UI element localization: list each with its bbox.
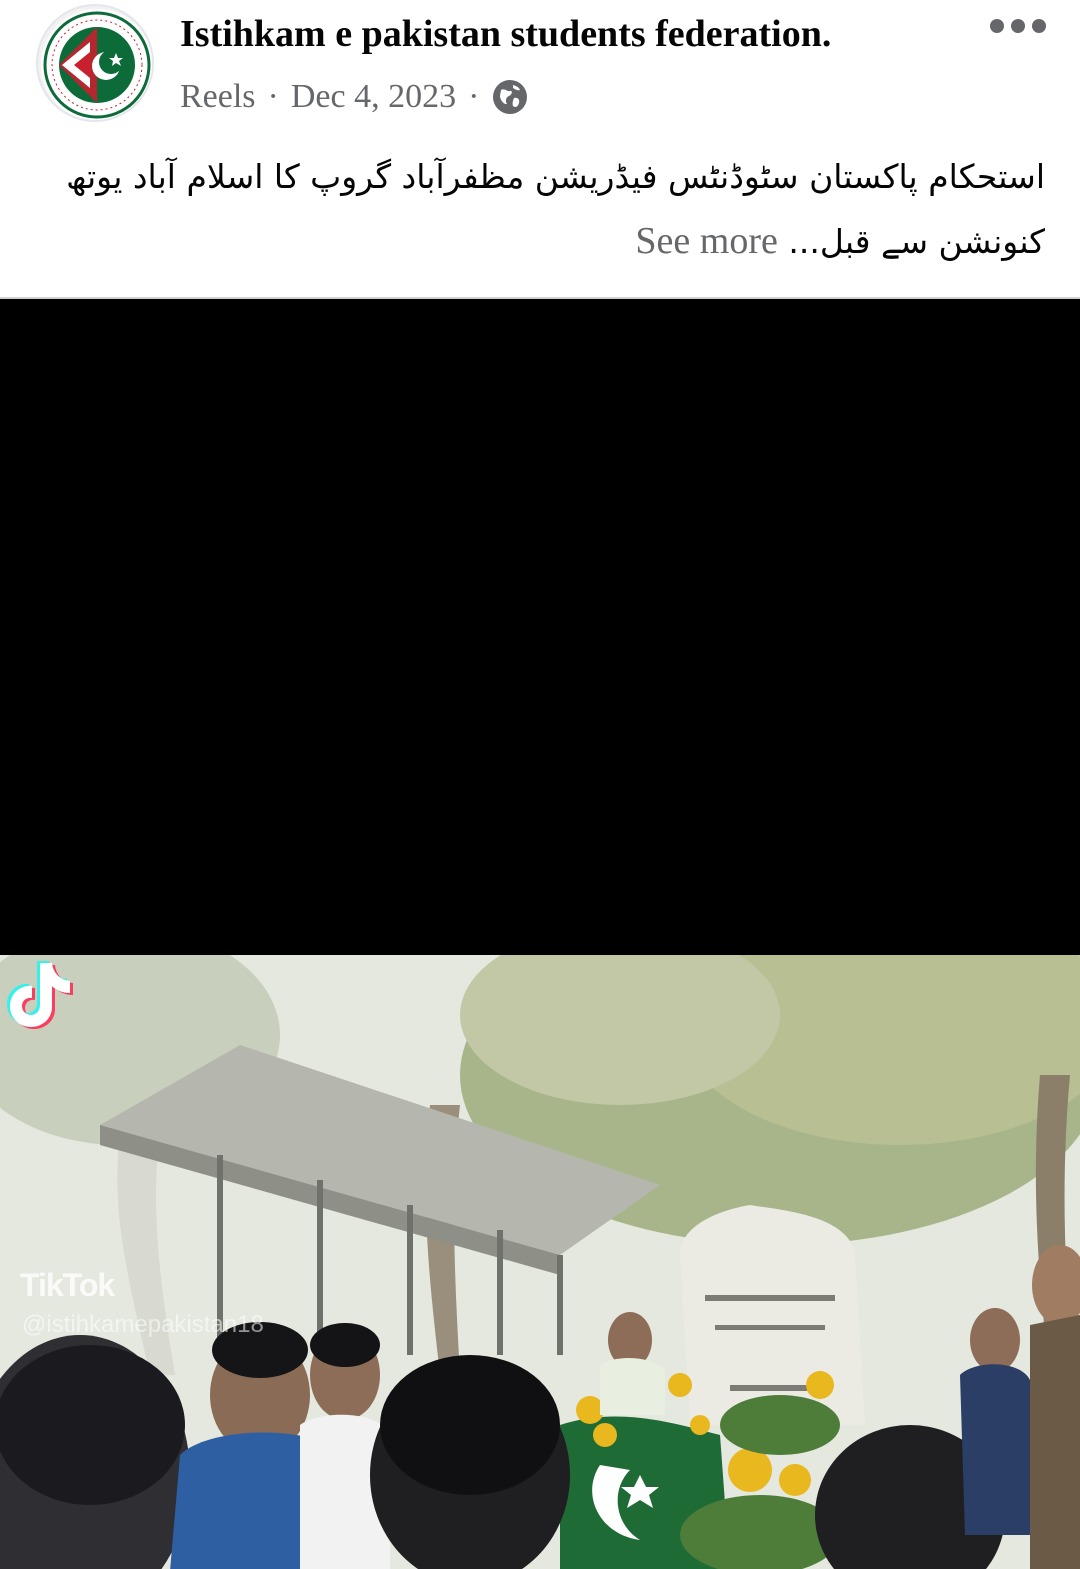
see-more-link[interactable]: See more xyxy=(635,220,777,262)
tiktok-watermark: TikTok xyxy=(20,1267,115,1303)
page-name-link[interactable]: Istihkam e pakistan students federation. xyxy=(180,12,831,56)
post-meta: Reels · Dec 4, 2023 · xyxy=(180,74,529,120)
meta-separator: · xyxy=(468,78,480,115)
page-avatar[interactable] xyxy=(36,4,154,122)
more-dot xyxy=(1032,19,1046,33)
graveyard-scene xyxy=(0,955,1080,1569)
more-dot xyxy=(1011,19,1025,33)
tiktok-icon xyxy=(7,961,73,1029)
source-label[interactable]: Reels xyxy=(180,78,256,116)
globe-icon[interactable] xyxy=(491,78,529,116)
video-frame: TikTok @istihkamepakistan18 xyxy=(0,955,1080,1569)
more-options-button[interactable] xyxy=(990,12,1046,40)
more-dot xyxy=(990,19,1004,33)
federation-logo xyxy=(41,9,152,120)
tiktok-handle: @istihkamepakistan18 xyxy=(22,1311,264,1338)
post-header: Istihkam e pakistan students federation.… xyxy=(0,0,1080,130)
reel-video-player[interactable]: TikTok @istihkamepakistan18 xyxy=(0,297,1080,1569)
caption-text: استحکام پاکستان سٹوڈنٹس فیڈریشن مظفرآباد… xyxy=(66,157,1045,261)
meta-separator: · xyxy=(267,78,279,115)
post-caption: استحکام پاکستان سٹوڈنٹس فیڈریشن مظفرآباد… xyxy=(50,145,1045,274)
post-date[interactable]: Dec 4, 2023 xyxy=(291,78,456,116)
